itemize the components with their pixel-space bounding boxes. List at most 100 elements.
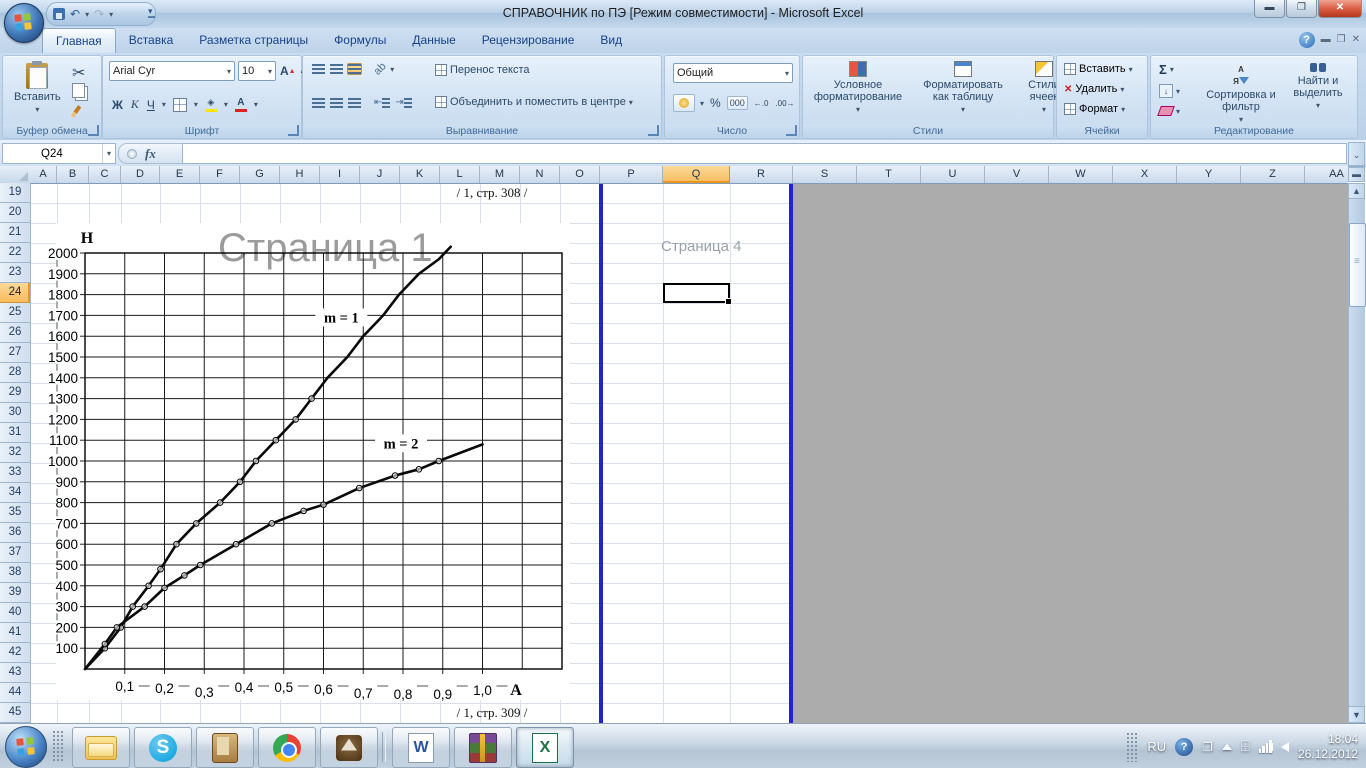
language-indicator[interactable]: RU — [1147, 739, 1166, 754]
select-all-corner[interactable] — [0, 166, 31, 184]
row-header-42[interactable]: 42 — [0, 643, 30, 663]
column-header-Q[interactable]: Q — [663, 166, 730, 183]
row-header-34[interactable]: 34 — [0, 483, 30, 503]
clipboard-dialog-launcher-icon[interactable] — [88, 125, 99, 136]
window-restore-tray-icon[interactable]: ❐ — [1202, 740, 1213, 754]
column-header-V[interactable]: V — [985, 166, 1049, 183]
align-center-button[interactable] — [329, 97, 344, 109]
row-header-35[interactable]: 35 — [0, 503, 30, 523]
clear-button[interactable]: ▾ — [1157, 106, 1180, 116]
column-header-A[interactable]: A — [30, 166, 57, 183]
row-header-37[interactable]: 37 — [0, 543, 30, 563]
taskbar-button-skype[interactable]: S — [134, 727, 192, 768]
underline-button[interactable]: Ч — [146, 97, 156, 113]
column-header-M[interactable]: M — [480, 166, 520, 183]
chart-object[interactable]: Страница 1 100 200 300 400 500 600 700 800 900 100… — [30, 183, 600, 723]
cut-button[interactable]: ✂ — [71, 62, 86, 84]
delete-cells-button[interactable]: ✕ Удалить ▾ — [1064, 83, 1124, 95]
row-header-43[interactable]: 43 — [0, 663, 30, 683]
tab-Данные[interactable]: Данные — [399, 28, 468, 53]
fill-handle[interactable] — [725, 298, 732, 305]
row-header-39[interactable]: 39 — [0, 583, 30, 603]
grow-font-button[interactable]: A ▲ — [279, 65, 297, 77]
power-plug-icon[interactable]: ⌹ — [1241, 738, 1250, 755]
font-color-button[interactable]: А — [234, 97, 248, 113]
scroll-down-icon[interactable]: ▼ — [1348, 706, 1365, 723]
conditional-formatting-button[interactable]: Условное форматирование ▾ — [805, 58, 911, 117]
name-box-dropdown-icon[interactable]: ▾ — [101, 144, 115, 163]
start-button[interactable] — [5, 726, 47, 768]
row-header-38[interactable]: 38 — [0, 563, 30, 583]
column-header-U[interactable]: U — [921, 166, 985, 183]
accounting-format-button[interactable] — [673, 94, 695, 112]
row-header-19[interactable]: 19 — [0, 183, 30, 203]
scrollbar-thumb[interactable] — [1349, 223, 1366, 307]
column-header-C[interactable]: C — [89, 166, 121, 183]
active-cell-Q24[interactable] — [663, 283, 732, 305]
paste-button[interactable]: Вставить ▾ — [9, 60, 66, 117]
column-header-AA[interactable]: AA — [1305, 166, 1348, 183]
formula-input[interactable] — [182, 143, 1347, 164]
row-header-23[interactable]: 23 — [0, 263, 30, 283]
align-bottom-button[interactable] — [347, 63, 362, 75]
volume-icon[interactable] — [1268, 741, 1289, 752]
save-icon[interactable] — [53, 8, 65, 20]
redo-icon[interactable]: ↷ — [94, 4, 104, 24]
font-dialog-launcher-icon[interactable] — [288, 125, 299, 136]
row-header-28[interactable]: 28 — [0, 363, 30, 383]
find-select-button[interactable]: Найти и выделить ▾ — [1277, 60, 1359, 113]
column-header-K[interactable]: K — [400, 166, 440, 183]
row-header-20[interactable]: 20 — [0, 203, 30, 223]
column-header-I[interactable]: I — [320, 166, 360, 183]
row-header-45[interactable]: 45 — [0, 703, 30, 723]
clock[interactable]: 18:04 26.12.2012 — [1298, 732, 1362, 762]
row-header-26[interactable]: 26 — [0, 323, 30, 343]
column-header-X[interactable]: X — [1113, 166, 1177, 183]
formula-bar-expand-icon[interactable]: ⌄ — [1348, 142, 1365, 166]
copy-button[interactable] — [71, 82, 86, 99]
insert-function-button[interactable]: fx — [145, 146, 156, 162]
increase-indent-button[interactable]: ⇥ — [394, 96, 412, 109]
increase-decimal-button[interactable]: ←.0 — [753, 98, 770, 109]
column-header-G[interactable]: G — [240, 166, 280, 183]
column-header-Z[interactable]: Z — [1241, 166, 1305, 183]
merge-center-button[interactable]: Объединить и поместить в центре ▾ — [435, 96, 633, 108]
row-header-31[interactable]: 31 — [0, 423, 30, 443]
office-button[interactable] — [4, 3, 44, 43]
redo-dropdown-icon[interactable]: ▾ — [109, 10, 113, 19]
workbook-close-icon[interactable]: ✕ — [1352, 33, 1360, 47]
format-as-table-button[interactable]: Форматировать как таблицу ▾ — [911, 58, 1015, 117]
sort-filter-button[interactable]: АЯ Сортировка и фильтр ▾ — [1197, 60, 1285, 127]
align-top-button[interactable] — [311, 63, 326, 75]
fill-color-button[interactable]: ◈ — [204, 96, 218, 113]
workbook-minimize-icon[interactable]: ▬ — [1321, 33, 1331, 47]
taskbar-button-scroll[interactable] — [196, 727, 254, 768]
column-header-F[interactable]: F — [200, 166, 240, 183]
column-header-J[interactable]: J — [360, 166, 400, 183]
row-header-24[interactable]: 24 — [0, 283, 30, 303]
taskbar-button-ship[interactable] — [320, 727, 378, 768]
name-box[interactable]: Q24 ▾ — [2, 143, 116, 164]
help-icon[interactable]: ? — [1298, 32, 1315, 48]
number-format-combo[interactable]: Общий ▾ — [673, 63, 793, 83]
undo-dropdown-icon[interactable]: ▾ — [85, 10, 89, 19]
tab-Разметка страницы[interactable]: Разметка страницы — [186, 28, 321, 53]
row-header-32[interactable]: 32 — [0, 443, 30, 463]
tab-Формулы[interactable]: Формулы — [321, 28, 399, 53]
column-header-D[interactable]: D — [121, 166, 160, 183]
format-painter-button[interactable] — [70, 104, 82, 119]
fill-button[interactable]: ↓ ▾ — [1159, 84, 1180, 98]
autosum-button[interactable]: Σ ▾ — [1159, 62, 1174, 77]
row-header-36[interactable]: 36 — [0, 523, 30, 543]
column-header-W[interactable]: W — [1049, 166, 1113, 183]
percent-style-button[interactable]: % — [709, 95, 722, 111]
title-bar[interactable]: СПРАВОЧНИК по ПЭ [Режим совместимости] -… — [0, 0, 1366, 29]
borders-button[interactable] — [172, 97, 188, 113]
row-header-29[interactable]: 29 — [0, 383, 30, 403]
minimize-button[interactable]: ▬ — [1254, 0, 1285, 18]
tab-Вставка[interactable]: Вставка — [116, 28, 187, 53]
customize-qat-icon[interactable]: ▾ ▔ — [148, 6, 155, 28]
scroll-up-icon[interactable]: ▲ — [1348, 183, 1365, 199]
orientation-button[interactable]: ab — [372, 60, 389, 77]
column-header-O[interactable]: O — [560, 166, 600, 183]
